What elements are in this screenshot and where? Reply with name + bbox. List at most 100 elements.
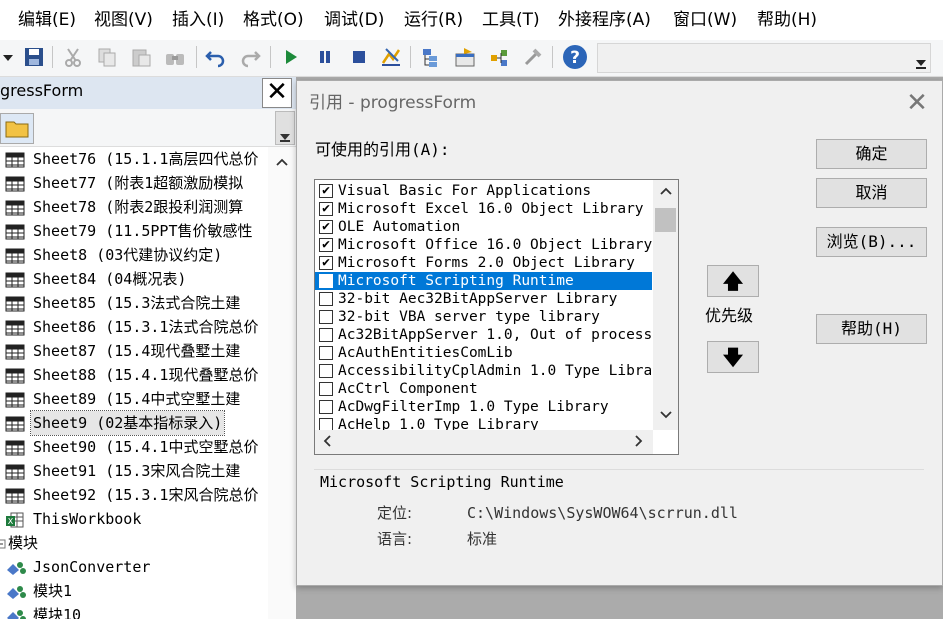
properties-window-icon[interactable] (454, 46, 476, 68)
browse-button[interactable]: 浏览(B)... (816, 227, 927, 257)
help-icon[interactable]: ? (562, 44, 588, 70)
reference-checkbox[interactable] (319, 328, 333, 342)
reference-item[interactable]: Ac32BitAppServer 1.0, Out of process (315, 326, 652, 344)
menu-item[interactable]: 调试(D) (324, 8, 384, 32)
reference-item[interactable]: 32-bit VBA server type library (315, 308, 652, 326)
reference-item[interactable]: AccessibilityCplAdmin 1.0 Type Library (315, 362, 670, 380)
module-icon (5, 559, 26, 575)
priority-up-button[interactable]: 🡅 (707, 265, 759, 297)
menu-item[interactable]: 格式(O) (243, 8, 304, 32)
reference-checkbox[interactable] (319, 310, 333, 324)
reference-item[interactable]: ✔ Microsoft Excel 16.0 Object Library (315, 200, 652, 218)
toggle-folders-button[interactable] (0, 113, 34, 144)
reference-item[interactable]: AcCtrl Component (315, 380, 652, 398)
tree-item[interactable]: Sheet79 (11.5PPT售价敏感性 (0, 219, 268, 243)
tree-item[interactable]: Sheet87 (15.4现代叠墅土建 (0, 339, 268, 363)
tree-item[interactable]: 模块1 (0, 579, 268, 603)
reference-item[interactable]: ✔ Microsoft Office 16.0 Object Library (315, 236, 652, 254)
cancel-button[interactable]: 取消 (816, 178, 927, 208)
tree-item[interactable]: Sheet9 (02基本指标录入) (0, 410, 268, 436)
reference-checkbox[interactable]: ✔ (319, 274, 333, 288)
reference-item[interactable]: AcAuthEntitiesComLib (315, 344, 652, 362)
tree-item[interactable]: Sheet78 (附表2跟投利润测算 (0, 195, 268, 219)
reference-item[interactable]: ✔ Visual Basic For Applications (315, 182, 652, 200)
scroll-down-arrow-icon[interactable] (658, 408, 674, 424)
tree-item[interactable]: Sheet89 (15.4中式空墅土建 (0, 387, 268, 411)
scroll-up-arrow-icon[interactable] (658, 184, 674, 200)
tree-item[interactable]: 模块10 (0, 603, 268, 619)
reference-checkbox[interactable]: ✔ (319, 256, 333, 270)
reference-item[interactable]: ✔ Microsoft Scripting Runtime (315, 272, 652, 290)
project-explorer-icon[interactable] (420, 46, 442, 68)
tree-item[interactable]: JsonConverter (0, 555, 268, 579)
menu-item[interactable]: 窗口(W) (673, 8, 737, 32)
undo-icon[interactable] (205, 46, 227, 68)
tree-item[interactable]: Sheet92 (15.3.1宋风合院总价 (0, 483, 268, 507)
reference-checkbox[interactable] (319, 346, 333, 360)
menu-item[interactable]: 外接程序(A) (558, 8, 651, 32)
reference-item[interactable]: 32-bit Aec32BitAppServer Library (315, 290, 652, 308)
design-mode-icon[interactable] (380, 46, 402, 68)
project-explorer-close-button[interactable]: ✕ (262, 78, 292, 108)
tree-item[interactable]: Sheet77 (附表1超额激励模拟 (0, 171, 268, 195)
dropdown-arrow-icon[interactable] (2, 46, 14, 68)
menu-item[interactable]: 插入(I) (172, 8, 224, 32)
scroll-right-arrow-icon[interactable] (631, 434, 647, 452)
tree-item[interactable]: Sheet8 (03代建协议约定) (0, 243, 268, 267)
reference-checkbox[interactable] (319, 400, 333, 414)
reference-checkbox[interactable]: ✔ (319, 238, 333, 252)
panel-toolbar-scroll-button[interactable] (275, 111, 295, 145)
scroll-up-arrow-icon[interactable] (275, 157, 289, 167)
tree-item-label: 模块 (8, 534, 39, 552)
ok-button[interactable]: 确定 (816, 139, 927, 169)
available-references-list[interactable]: ✔ Visual Basic For Applications ✔ Microsoft… (314, 179, 679, 455)
toolbar-separator (552, 46, 553, 68)
menu-item[interactable]: 帮助(H) (757, 8, 817, 32)
references-scroll-thumb[interactable] (655, 208, 676, 232)
tree-item[interactable]: Sheet85 (15.3法式合院土建 (0, 291, 268, 315)
menu-item[interactable]: 工具(T) (482, 8, 540, 32)
dialog-close-button[interactable]: ✕ (903, 89, 931, 117)
reference-checkbox[interactable] (319, 292, 333, 306)
scroll-left-arrow-icon[interactable] (319, 434, 335, 452)
toolbox-icon[interactable] (522, 46, 544, 68)
find-icon[interactable] (164, 46, 186, 68)
menu-item[interactable]: 视图(V) (94, 8, 153, 32)
cut-icon[interactable] (62, 46, 84, 68)
menu-item[interactable]: 编辑(E) (18, 8, 76, 32)
reference-checkbox[interactable]: ✔ (319, 220, 333, 234)
save-icon[interactable] (23, 46, 45, 68)
tree-item[interactable]: Sheet86 (15.3.1法式合院总价 (0, 315, 268, 339)
reference-checkbox[interactable]: ✔ (319, 184, 333, 198)
tree-item[interactable]: Sheet84 (04概况表) (0, 267, 268, 291)
reference-item[interactable]: ✔ Microsoft Forms 2.0 Object Library (315, 254, 652, 272)
tree-item[interactable]: 模块 (0, 531, 268, 555)
menu-item[interactable]: 运行(R) (404, 8, 463, 32)
redo-icon[interactable] (239, 46, 261, 68)
tree-item[interactable]: Sheet76 (15.1.1高层四代总价 (0, 147, 268, 171)
paste-icon[interactable] (130, 46, 152, 68)
reference-item[interactable]: ✔ OLE Automation (315, 218, 652, 236)
help-button[interactable]: 帮助(H) (816, 314, 927, 344)
references-vertical-scrollbar[interactable] (653, 180, 678, 430)
reset-icon[interactable] (348, 46, 370, 68)
run-icon[interactable] (280, 46, 302, 68)
toolbar-options-icon[interactable] (914, 48, 928, 70)
object-browser-icon[interactable] (488, 46, 510, 68)
copy-icon[interactable] (96, 46, 118, 68)
priority-down-button[interactable]: 🡇 (707, 341, 759, 373)
tree-item[interactable]: Sheet90 (15.4.1中式空墅总价 (0, 435, 268, 459)
reference-checkbox[interactable]: ✔ (319, 202, 333, 216)
references-horizontal-scrollbar[interactable] (315, 430, 653, 454)
reference-checkbox[interactable] (319, 364, 333, 378)
module-icon (5, 583, 26, 599)
tree-item[interactable]: Sheet88 (15.4.1现代叠墅总价 (0, 363, 268, 387)
reference-checkbox[interactable] (319, 382, 333, 396)
chevron-down-icon (280, 134, 290, 142)
tree-item[interactable]: X ThisWorkbook (0, 507, 268, 531)
pause-icon[interactable] (314, 46, 336, 68)
worksheet-icon (5, 247, 25, 264)
project-tree-scrollbar[interactable] (268, 147, 296, 619)
tree-item[interactable]: Sheet91 (15.3宋风合院土建 (0, 459, 268, 483)
reference-item[interactable]: AcDwgFilterImp 1.0 Type Library (315, 398, 652, 416)
